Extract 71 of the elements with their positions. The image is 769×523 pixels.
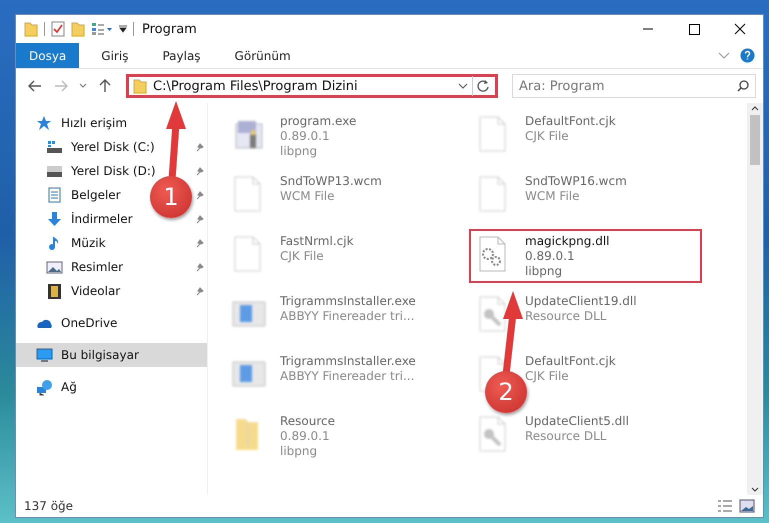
file-detail: CJK File xyxy=(525,369,569,384)
sidebar-item[interactable]: OneDrive xyxy=(16,311,207,335)
up-arrow-icon[interactable] xyxy=(99,79,111,93)
network-icon xyxy=(36,378,53,396)
pin-icon[interactable] xyxy=(195,262,205,272)
file-detail: Resource DLL xyxy=(525,429,606,444)
file-detail: Resource DLL xyxy=(525,309,606,324)
file-name[interactable]: FastNrml.cjk xyxy=(280,234,354,249)
large-icons-view-icon[interactable] xyxy=(739,499,755,513)
item-count: 137 öğe xyxy=(24,499,74,513)
address-bar[interactable]: C:\Program Files\Program Dizini xyxy=(126,74,498,98)
computer-icon xyxy=(36,346,53,364)
file-detail: 0.89.0.1 xyxy=(280,429,330,444)
scroll-thumb[interactable] xyxy=(750,115,760,165)
file-detail: libpng xyxy=(280,144,318,159)
sidebar-item[interactable]: Müzik xyxy=(16,231,207,255)
file-detail: CJK File xyxy=(280,249,324,264)
sidebar-item[interactable]: Bu bilgisayar xyxy=(16,343,207,367)
sidebar-item[interactable]: Resimler xyxy=(16,255,207,279)
window-title: Program xyxy=(142,22,198,36)
ribbon-tab[interactable]: Giriş xyxy=(87,43,142,68)
quick-access-star-icon xyxy=(36,114,53,132)
file-name[interactable]: magickpng.dll xyxy=(525,234,610,249)
recent-locations-icon[interactable] xyxy=(79,83,87,89)
file-detail: ABBYY Finereader tri... xyxy=(280,309,414,324)
picture-icon xyxy=(46,258,63,276)
file-name[interactable]: TrigrammsInstaller.exe xyxy=(280,354,416,369)
pin-icon[interactable] xyxy=(195,142,205,152)
pin-icon[interactable] xyxy=(195,166,205,176)
file-detail: libpng xyxy=(280,444,318,459)
folder-icon xyxy=(133,78,147,94)
file-name[interactable]: DefaultFont.cjk xyxy=(525,114,616,129)
scrollbar[interactable] xyxy=(747,103,763,495)
sidebar-item[interactable]: Yerel Disk (C:) xyxy=(16,135,207,159)
drive-icon xyxy=(46,138,63,156)
sidebar-item[interactable]: Ağ xyxy=(16,375,207,399)
file-name[interactable]: Resource xyxy=(280,414,336,429)
search-icon[interactable] xyxy=(737,80,749,92)
pin-icon[interactable] xyxy=(195,190,205,200)
download-arrow-icon xyxy=(46,210,63,228)
back-arrow-icon[interactable] xyxy=(28,80,42,92)
search-field[interactable]: Ara: Program xyxy=(512,74,756,98)
file-name[interactable]: UpdateClient5.dll xyxy=(525,414,629,429)
file-detail: ABBYY Finereader tri... xyxy=(280,369,414,384)
ribbon-tab[interactable]: Dosya xyxy=(16,43,80,68)
folder-icon xyxy=(24,21,38,37)
document-icon xyxy=(46,186,63,204)
file-detail: 0.89.0.1 xyxy=(525,249,575,264)
dropdown-icon[interactable] xyxy=(119,25,127,33)
file-name[interactable]: DefaultFont.cjk xyxy=(525,354,616,369)
ribbon-tab[interactable]: Paylaş xyxy=(148,43,215,68)
pin-icon[interactable] xyxy=(195,214,205,224)
sidebar-item[interactable]: Videolar xyxy=(16,279,207,303)
file-name[interactable]: UpdateClient19.dll xyxy=(525,294,637,309)
film-icon xyxy=(46,282,63,300)
file-name[interactable]: program.exe xyxy=(280,114,356,129)
view-options-icon[interactable] xyxy=(91,22,113,36)
file-detail: libpng xyxy=(525,264,562,279)
pin-icon[interactable] xyxy=(195,238,205,248)
sidebar-item[interactable]: Hızlı erişim xyxy=(16,111,207,135)
details-view-icon[interactable] xyxy=(717,499,733,513)
pin-icon[interactable] xyxy=(195,286,205,296)
file-name[interactable]: SndToWP13.wcm xyxy=(280,174,382,189)
file-detail: CJK File xyxy=(525,129,569,144)
file-name[interactable]: TrigrammsInstaller.exe xyxy=(280,294,416,309)
file-detail: 0.89.0.1 xyxy=(280,129,330,144)
file-detail: WCM File xyxy=(280,189,334,204)
file-detail: WCM File xyxy=(525,189,580,204)
ribbon-tab[interactable]: Görünüm xyxy=(220,43,305,68)
file-name[interactable]: SndToWP16.wcm xyxy=(525,174,627,189)
properties-icon[interactable] xyxy=(51,21,65,37)
